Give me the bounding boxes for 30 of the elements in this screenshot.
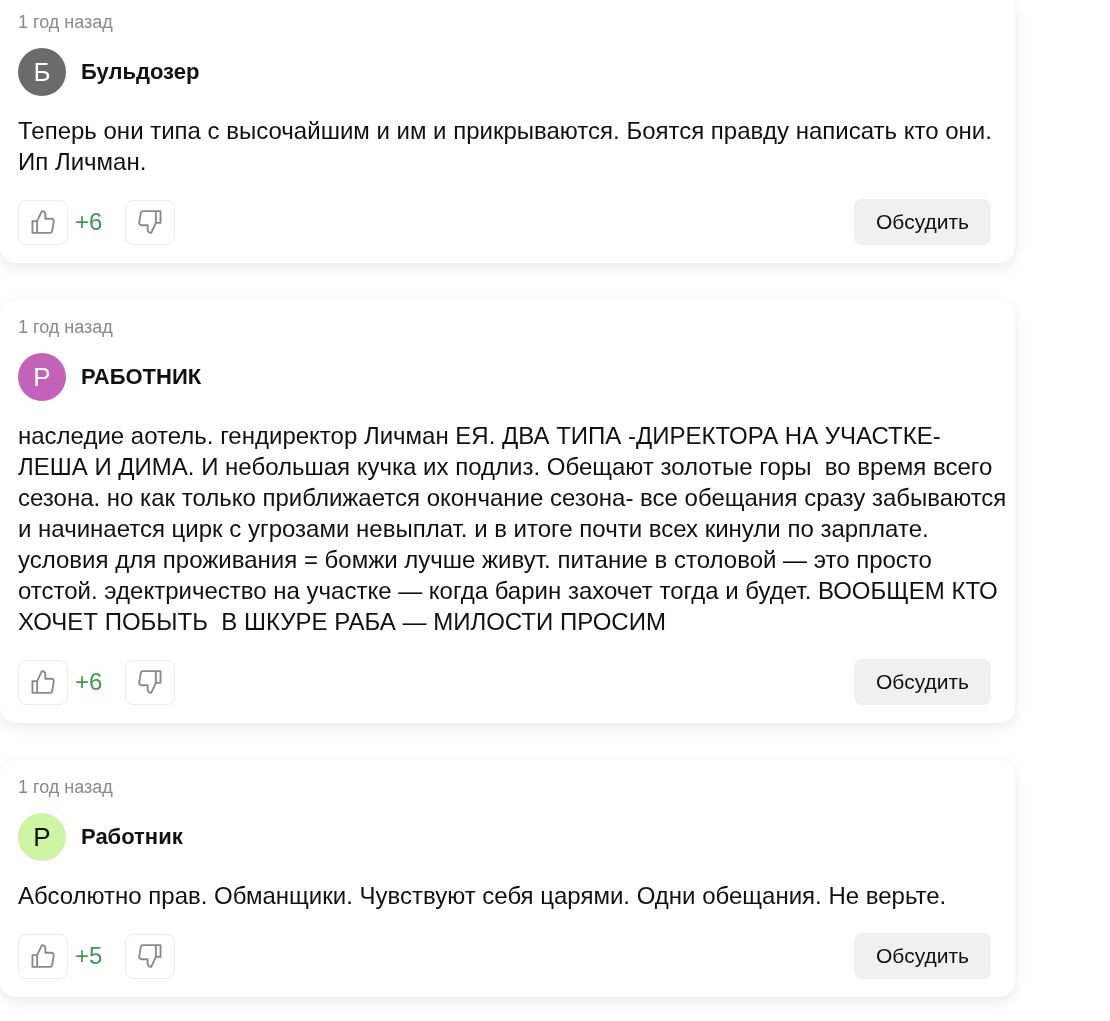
thumbs-down-icon (138, 944, 162, 968)
thumbs-down-icon (138, 210, 162, 234)
dislike-button[interactable] (125, 199, 175, 245)
avatar-initial: Б (18, 48, 66, 96)
thumbs-down-icon (138, 670, 162, 694)
comment-text: наследие аотель. гендиректор Личман ЕЯ. ДВА ТИПА -ДИРЕКТОРА НА УЧАСТКЕ- ЛЕША И ДИМА. И небольшая кучка их подлиз. Обещают золотые горы во время всего сезона. но как только приближается окончание сезона- все обещания сразу забываются и начинается цирк с угрозами невыплат. и в итоге почти всех кинули по зарплате. условия для проживания = бомжи лучше живут. питание в столовой — это просто отстой. эдектричество на участке — когда барин захочет тогда и будет. ВООБЩЕМ КТО ХОЧЕТ ПОБЫТЬ В ШКУРЕ РАБА — МИЛОСТИ ПРОСИМ (18, 421, 1008, 637)
thumbs-up-icon (31, 944, 55, 968)
author-name: РАБОТНИК (81, 364, 202, 390)
like-button[interactable] (18, 659, 68, 705)
avatar-initial: Р (18, 813, 66, 861)
discuss-button[interactable]: Обсудить (854, 659, 991, 705)
thumbs-up-icon (31, 210, 55, 234)
comment-time: 1 год назад (18, 11, 114, 33)
like-count: +6 (74, 668, 104, 696)
discuss-button[interactable]: Обсудить (854, 933, 991, 979)
author-name: Работник (81, 824, 183, 850)
author-name: Бульдозер (81, 59, 200, 85)
avatar-initial: Р (18, 353, 66, 401)
dislike-button[interactable] (125, 659, 175, 705)
comment-text: Абсолютно прав. Обманщики. Чувствуют себя царями. Одни обещания. Не верьте. (18, 881, 948, 911)
like-count: +5 (74, 942, 104, 970)
like-count: +6 (74, 208, 104, 236)
thumbs-up-icon (31, 670, 55, 694)
like-button[interactable] (18, 199, 68, 245)
dislike-button[interactable] (125, 933, 175, 979)
like-button[interactable] (18, 933, 68, 979)
comment-text: Теперь они типа с высочайшим и им и прикрываются. Боятся правду написать кто они. Ип Личман. (18, 116, 993, 177)
discuss-button[interactable]: Обсудить (854, 199, 991, 245)
comment-time: 1 год назад (18, 776, 114, 798)
comment-time: 1 год назад (18, 316, 114, 338)
